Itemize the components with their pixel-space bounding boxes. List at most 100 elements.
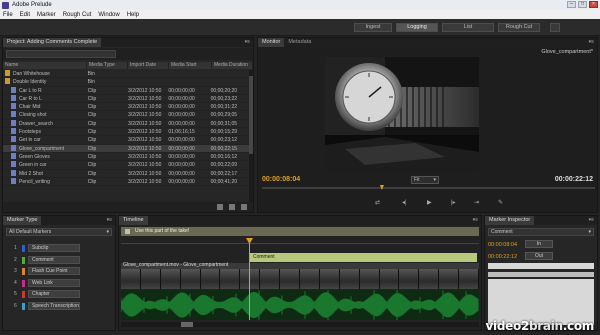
project-row[interactable]: Drawer_search Clip 3/2/2012 10:50 00;00;00;… [3,119,249,129]
panel-menu-icon[interactable]: ▾≡ [107,216,112,225]
marker-type-item[interactable]: 5 Chapter [6,290,112,299]
close-button[interactable]: × [589,1,598,8]
row-name: Closing shot [19,112,47,119]
comment-marker[interactable]: Comment [249,253,477,262]
export-frame-icon[interactable]: ⇥ [474,199,479,206]
marker-type-item[interactable]: 6 Speech Transcription [6,301,112,311]
tab-metadata[interactable]: Metadata [284,38,315,47]
row-name: Dan Whitehouse [13,71,50,77]
tab-monitor[interactable]: Monitor [258,38,285,47]
step-back-icon[interactable]: ◂| [402,199,407,206]
marker-type-button[interactable]: Chapter [28,290,80,298]
marker-type-button[interactable]: Web Link [28,278,80,287]
menu-help[interactable]: Help [127,12,139,18]
in-timecode[interactable]: 00:00:08:04 [488,242,517,248]
zoom-select[interactable]: Fit [411,176,439,184]
marker-filter-select[interactable]: All Default Markers [6,228,112,236]
project-row[interactable]: Double Identity Bin [3,78,249,87]
marker-type-button[interactable]: Speech Transcription [28,301,80,310]
new-bin-icon[interactable] [217,204,223,210]
panel-menu-icon[interactable]: ▾≡ [589,38,594,47]
project-row[interactable]: Pencil_writing Clip 3/2/2012 10:50 00;00;00… [3,177,249,187]
marker-type-item[interactable]: 3 Flash Cue Point [6,267,112,276]
panel-menu-icon[interactable]: ▾≡ [589,216,594,225]
workspace-ingest[interactable]: Ingest [354,23,392,32]
minimize-button[interactable]: – [567,1,576,8]
menu-marker[interactable]: Marker [37,12,56,18]
play-icon[interactable]: ▶ [427,199,432,206]
project-row[interactable]: Mid 2 Shot Clip 3/2/2012 10:50 00;00;00;00 0… [3,169,249,178]
app-icon [2,1,9,9]
panel-menu-icon[interactable]: ▾≡ [245,38,250,47]
marker-type-button[interactable]: Subclip [28,244,80,252]
tab-marker-inspector[interactable]: Marker Inspector [485,216,535,225]
set-out-button[interactable]: Out [525,252,553,260]
row-media-duration: 00;00;29;05 [210,112,238,119]
new-item-icon[interactable] [229,204,235,210]
workspace-logging[interactable]: Logging [396,23,438,32]
project-row[interactable]: Footsteps Clip 3/2/2012 10:50 01;06;16;15 00… [3,128,249,137]
marker-type-item[interactable]: 2 Comment [6,255,112,265]
scroll-thumb[interactable] [249,76,253,154]
panel-menu-icon[interactable]: ▾≡ [473,216,478,225]
video-track[interactable]: Glove_compartment.mov - Glove_compartmen… [121,262,480,289]
maximize-button[interactable]: □ [578,1,587,8]
menu-rough-cut[interactable]: Rough Cut [63,12,92,18]
tab-timeline[interactable]: Timeline [119,216,148,225]
time-ruler[interactable] [121,238,479,244]
loop-icon[interactable]: ⇄ [375,199,380,206]
row-media-type: Clip [87,137,97,144]
menu-window[interactable]: Window [98,12,119,18]
project-row[interactable]: Green Gloves Clip 3/2/2012 10:50 00;00;00;0… [3,152,249,162]
timeline-comment-bar[interactable]: Use this part of the take! [121,227,479,236]
col-media-type[interactable]: Media Type [87,62,128,69]
project-row[interactable]: Glove_compartment Clip 3/2/2012 10:50 00;00… [3,144,249,153]
project-row[interactable]: Chair Mid Clip 3/2/2012 10:50 00;00;00;00 00… [3,103,249,112]
row-media-start: 00;00;00;00 [168,178,195,185]
menu-edit[interactable]: Edit [20,12,30,18]
marker-type-button[interactable]: Comment [28,255,80,264]
project-list: Dan Whitehouse Bin Double Identity Bin Car L… [3,70,249,187]
row-import-date: 3/2/2012 10:50 [128,112,162,119]
project-row[interactable]: Closing shot Clip 3/2/2012 10:50 00;00;00;0… [3,111,249,120]
marker-type-button[interactable]: Flash Cue Point [28,267,80,275]
settings-wrench-icon[interactable]: ✎ [498,199,503,206]
set-in-button[interactable]: In [525,240,553,248]
clip-icon [11,152,16,159]
row-name: Footsteps [19,129,41,136]
search-input[interactable] [6,50,116,58]
step-forward-icon[interactable]: |▸ [451,199,456,206]
project-row[interactable]: Dan Whitehouse Bin [3,70,249,79]
zoom-handle[interactable] [181,322,193,327]
monitor-scrub-bar[interactable] [262,187,595,189]
waveform-path [121,290,479,320]
project-row[interactable]: Get in car Clip 3/2/2012 10:50 00;00;00;00 0… [3,136,249,145]
workspace-rough-cut[interactable]: Rough Cut [498,23,540,32]
menu-file[interactable]: File [3,12,13,18]
workspace-menu-icon[interactable] [550,23,560,32]
tab-project[interactable]: Project: Adding Comments Complete [3,38,102,47]
marker-name-field[interactable] [488,263,594,269]
col-import-date[interactable]: Import Date [128,62,169,69]
col-media-start[interactable]: Media Start [169,62,212,69]
transport-controls: ⇄ ◂| ▶ |▸ ⇥ ✎ [258,196,597,210]
project-scrollbar[interactable] [249,70,253,202]
marker-type-item[interactable]: 1 Subclip [6,244,112,253]
row-media-start: 00;00;00;00 [168,104,195,111]
audio-waveform [121,290,479,320]
marker-shortcut-number: 2 [14,256,17,263]
project-row[interactable]: Car L to R Clip 3/2/2012 10:50 00;00;00;00 0… [3,86,249,95]
workspace-list[interactable]: List [442,23,494,32]
project-row[interactable]: Green in car Clip 3/2/2012 10:50 00;00;00;0… [3,161,249,170]
out-timecode[interactable]: 00:00:22:12 [488,254,517,260]
tab-marker-type[interactable]: Marker Type [3,216,42,225]
timeline-scrollbar[interactable] [121,322,479,327]
marker-divider [488,272,594,277]
audio-track[interactable] [121,290,479,320]
trash-icon[interactable] [241,204,247,210]
project-row[interactable]: Car R to L Clip 3/2/2012 10:50 00;00;00;00 0… [3,94,249,104]
col-media-duration[interactable]: Media Duration [212,62,253,69]
marker-type-item[interactable]: 4 Web Link [6,278,112,288]
col-name[interactable]: Name [3,62,87,69]
marker-type-select[interactable]: Comment [488,228,594,236]
